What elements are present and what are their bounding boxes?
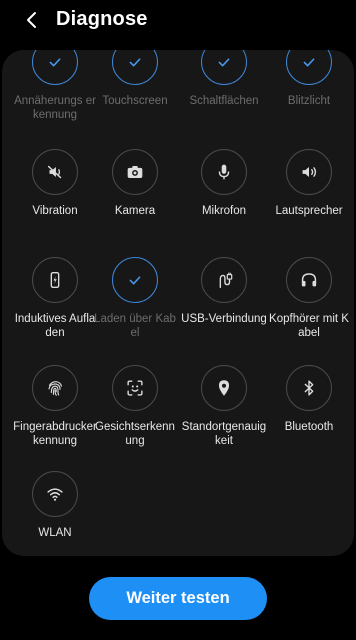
test-icon-circle[interactable]	[201, 365, 247, 411]
check-icon	[303, 58, 315, 67]
test-label: Mikrofon	[201, 205, 247, 217]
test-label: Induktives Aufladen	[14, 313, 96, 339]
test-icon-circle[interactable]	[286, 365, 332, 411]
microphone-icon	[218, 164, 230, 180]
chevron-left-icon	[27, 12, 36, 28]
test-icon-circle[interactable]	[112, 257, 158, 303]
check-icon	[49, 58, 61, 67]
test-tile[interactable]: Standortgenauigkeit	[180, 365, 268, 448]
test-label: Kamera	[114, 205, 156, 217]
vibration-icon	[47, 165, 62, 179]
fingerprint-icon	[48, 381, 62, 396]
test-icon-circle[interactable]	[286, 50, 332, 85]
headphones-icon	[301, 273, 317, 287]
bluetooth-icon	[304, 380, 314, 396]
test-tile[interactable]: Gesichtserkennung	[91, 365, 179, 448]
test-tile[interactable]: Schaltflächen	[180, 50, 268, 108]
camera-icon	[127, 166, 143, 178]
test-label: Kopfhörer mit Kabel	[269, 313, 349, 339]
test-label: USB-Verbindung	[181, 313, 267, 325]
speaker-icon	[302, 166, 317, 178]
test-tile[interactable]: Kamera	[91, 149, 179, 218]
test-icon-circle[interactable]	[112, 149, 158, 195]
test-icon-circle[interactable]	[32, 149, 78, 195]
check-icon	[129, 58, 141, 67]
test-label: Fingerabdruckerkennung	[13, 421, 97, 447]
test-icon-circle[interactable]	[32, 50, 78, 85]
test-icon-circle[interactable]	[201, 257, 247, 303]
wireless-charging-icon	[50, 271, 60, 289]
test-label: Schaltflächen	[189, 95, 259, 107]
test-tile[interactable]: Fingerabdruckerkennung	[11, 365, 99, 448]
test-tile[interactable]: Bluetooth	[265, 365, 353, 434]
test-label: Annäherungs erkennung	[14, 95, 96, 121]
test-icon-circle[interactable]	[286, 149, 332, 195]
test-tile[interactable]: Kopfhörer mit Kabel	[265, 257, 353, 340]
test-icon-circle[interactable]	[286, 257, 332, 303]
test-tile[interactable]: Mikrofon	[180, 149, 268, 218]
test-tile[interactable]: USB-Verbindung	[180, 257, 268, 326]
test-icon-circle[interactable]	[32, 365, 78, 411]
location-icon	[218, 380, 230, 396]
face-recognition-icon	[127, 380, 143, 396]
test-label: Touchscreen	[102, 95, 168, 107]
test-label: Lautsprecher	[275, 205, 343, 217]
test-tile[interactable]: Induktives Aufladen	[11, 257, 99, 340]
test-label: Bluetooth	[284, 421, 334, 433]
check-icon	[129, 276, 141, 285]
test-icon-circle[interactable]	[32, 471, 78, 517]
test-tile[interactable]: Blitzlicht	[265, 50, 353, 108]
test-label: Vibration	[32, 205, 78, 217]
test-icon-circle[interactable]	[201, 50, 247, 85]
test-grid-panel[interactable]: Annäherungs erkennung Touchscreen Schaltfl…	[2, 50, 354, 556]
test-label: Laden über Kabel	[94, 313, 176, 339]
back-button[interactable]	[18, 6, 46, 34]
test-icon-circle[interactable]	[32, 257, 78, 303]
test-icon-circle[interactable]	[112, 365, 158, 411]
test-tile[interactable]: WLAN	[11, 471, 99, 540]
test-icon-circle[interactable]	[112, 50, 158, 85]
test-tile[interactable]: Annäherungs erkennung	[11, 50, 99, 122]
test-label: Standortgenauigkeit	[181, 421, 267, 447]
continue-testing-button[interactable]: Weiter testen	[89, 577, 267, 620]
test-icon-circle[interactable]	[201, 149, 247, 195]
page-title: Diagnose	[56, 8, 148, 30]
usb-icon	[219, 272, 233, 289]
check-icon	[218, 58, 230, 67]
test-tile[interactable]: Touchscreen	[91, 50, 179, 108]
app-bar: Diagnose	[0, 0, 356, 42]
test-tile[interactable]: Vibration	[11, 149, 99, 218]
test-label: Blitzlicht	[287, 95, 331, 107]
test-label: WLAN	[38, 527, 72, 539]
wifi-icon	[47, 488, 63, 501]
test-tile[interactable]: Lautsprecher	[265, 149, 353, 218]
test-tile[interactable]: Laden über Kabel	[91, 257, 179, 340]
test-label: Gesichtserkennung	[95, 421, 175, 447]
